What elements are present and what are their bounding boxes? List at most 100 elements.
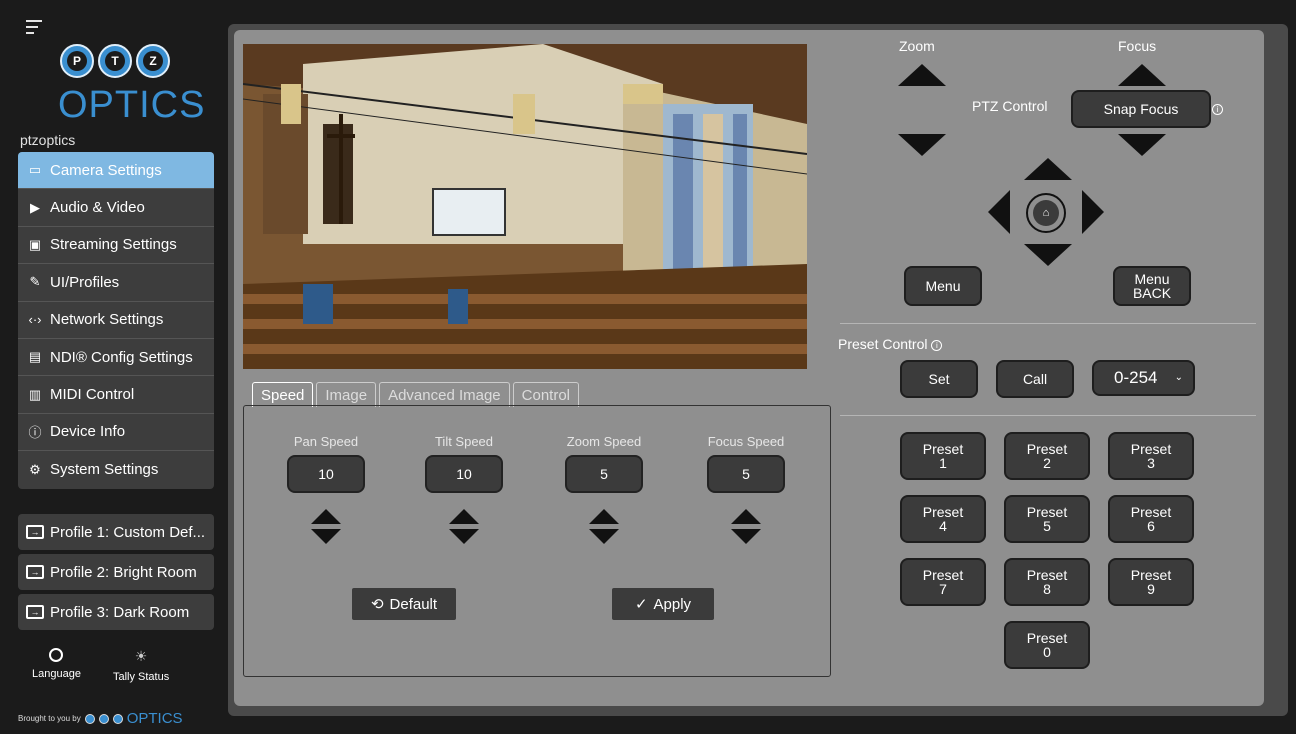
preset-word: Preset: [1026, 630, 1068, 646]
sidebar-item-label: System Settings: [50, 461, 159, 479]
default-button[interactable]: ⟲ Default: [352, 588, 456, 620]
preset-button-1[interactable]: Preset 1: [900, 432, 986, 480]
zoom-out-arrow-icon[interactable]: [898, 134, 946, 156]
preset-word: Preset: [1026, 441, 1068, 457]
info-icon[interactable]: i: [1212, 104, 1223, 115]
sidebar-item-system-settings[interactable]: ⚙ System Settings: [18, 451, 214, 488]
tilt-speed-control: Tilt Speed 10: [419, 434, 509, 547]
preset-word: Preset: [1026, 567, 1068, 583]
decrease-arrow-icon[interactable]: [449, 529, 479, 544]
focus-speed-control: Focus Speed 5: [701, 434, 791, 547]
tab-image[interactable]: Image: [316, 382, 377, 407]
focus-near-arrow-icon[interactable]: [1118, 64, 1166, 86]
profile-3-button[interactable]: → Profile 3: Dark Room: [18, 594, 214, 630]
audio-video-icon: ▶: [30, 199, 40, 215]
pan-speed-control: Pan Speed 10: [281, 434, 371, 547]
preset-button-7[interactable]: Preset 7: [900, 558, 986, 606]
pan-left-arrow-icon[interactable]: [988, 190, 1010, 234]
preset-button-2[interactable]: Preset 2: [1004, 432, 1090, 480]
tab-control[interactable]: Control: [512, 382, 580, 407]
focus-speed-label: Focus Speed: [707, 434, 785, 449]
preset-number: 1: [939, 455, 947, 471]
decrease-arrow-icon[interactable]: [589, 529, 619, 544]
focus-speed-stepper[interactable]: [731, 509, 761, 547]
tilt-speed-value[interactable]: 10: [425, 455, 503, 493]
increase-arrow-icon[interactable]: [449, 509, 479, 524]
preset-number: 5: [1043, 518, 1051, 534]
tab-speed[interactable]: Speed: [252, 382, 314, 407]
preset-button-9[interactable]: Preset 9: [1108, 558, 1194, 606]
tilt-speed-stepper[interactable]: [449, 509, 479, 547]
increase-arrow-icon[interactable]: [311, 509, 341, 524]
preset-number: 6: [1147, 518, 1155, 534]
tab-advanced-image[interactable]: Advanced Image: [379, 382, 510, 407]
focus-far-arrow-icon[interactable]: [1118, 134, 1166, 156]
pan-right-arrow-icon[interactable]: [1082, 190, 1104, 234]
increase-arrow-icon[interactable]: [589, 509, 619, 524]
footer-wordmark: OPTICS: [126, 710, 183, 727]
zoom-speed-control: Zoom Speed 5: [559, 434, 649, 547]
sidebar-item-audio-video[interactable]: ▶ Audio & Video: [18, 189, 214, 227]
info-icon[interactable]: i: [931, 339, 943, 351]
preset-number: 7: [939, 581, 947, 597]
snap-focus-button[interactable]: Snap Focus: [1071, 90, 1211, 128]
zoom-speed-value[interactable]: 5: [565, 455, 643, 493]
preset-number: 9: [1147, 581, 1155, 597]
logo-wordmark: OPTICS: [58, 84, 206, 126]
preset-range-select[interactable]: 0-254 ⌄: [1092, 360, 1195, 396]
tilt-down-arrow-icon[interactable]: [1024, 244, 1072, 266]
divider: [840, 415, 1256, 416]
footer-brand: Brought to you by OPTICS: [18, 710, 183, 727]
sidebar-item-ndi-config[interactable]: ▤ NDI® Config Settings: [18, 339, 214, 377]
tally-status-button[interactable]: ☀ Tally Status: [113, 648, 169, 683]
speed-tab-panel: Pan Speed 10 Tilt Speed 10 Zoom Speed 5 …: [243, 405, 831, 677]
decrease-arrow-icon[interactable]: [731, 529, 761, 544]
preset-button-4[interactable]: Preset 4: [900, 495, 986, 543]
menu-button[interactable]: Menu: [904, 266, 982, 306]
preset-range-value: 0-254: [1114, 368, 1158, 387]
sidebar-item-ui-profiles[interactable]: ✎ UI/Profiles: [18, 264, 214, 302]
language-button[interactable]: Language: [32, 648, 81, 683]
footer-logo-circle: [84, 713, 95, 724]
sidebar-item-label: Network Settings: [50, 311, 164, 329]
decrease-arrow-icon[interactable]: [311, 529, 341, 544]
gear-icon: ⚙: [29, 461, 41, 477]
preset-call-button[interactable]: Call: [996, 360, 1074, 398]
profile-1-button[interactable]: → Profile 1: Custom Def...: [18, 514, 214, 550]
footer-logo-circle: [112, 713, 123, 724]
pan-speed-value[interactable]: 10: [287, 455, 365, 493]
login-icon: →: [26, 525, 44, 539]
pan-speed-stepper[interactable]: [311, 509, 341, 547]
home-button[interactable]: ⌂: [1026, 193, 1066, 233]
preset-button-6[interactable]: Preset 6: [1108, 495, 1194, 543]
profile-2-button[interactable]: → Profile 2: Bright Room: [18, 554, 214, 590]
sidebar-item-network-settings[interactable]: ‹·› Network Settings: [18, 302, 214, 339]
preset-button-3[interactable]: Preset 3: [1108, 432, 1194, 480]
pan-speed-label: Pan Speed: [293, 434, 359, 449]
logo-circle-p: P: [60, 44, 94, 78]
zoom-in-arrow-icon[interactable]: [898, 64, 946, 86]
preset-set-button[interactable]: Set: [900, 360, 978, 398]
menu-back-button[interactable]: Menu BACK: [1113, 266, 1191, 306]
tilt-up-arrow-icon[interactable]: [1024, 158, 1072, 180]
preset-word: Preset: [922, 441, 964, 457]
default-label: Default: [389, 595, 438, 613]
increase-arrow-icon[interactable]: [731, 509, 761, 524]
preset-button-5[interactable]: Preset 5: [1004, 495, 1090, 543]
sidebar-item-device-info[interactable]: ⓘ Device Info: [18, 414, 214, 452]
preset-button-8[interactable]: Preset 8: [1004, 558, 1090, 606]
focus-speed-value[interactable]: 5: [707, 455, 785, 493]
sidebar-item-label: Camera Settings: [50, 161, 162, 179]
globe-icon: [49, 648, 64, 662]
apply-button[interactable]: ✓ Apply: [612, 588, 714, 620]
sidebar-item-streaming-settings[interactable]: ▣ Streaming Settings: [18, 227, 214, 265]
midi-icon: ▥: [28, 386, 42, 402]
sidebar-item-midi-control[interactable]: ▥ MIDI Control: [18, 376, 214, 414]
zoom-speed-stepper[interactable]: [589, 509, 619, 547]
preset-button-0[interactable]: Preset 0: [1004, 621, 1090, 669]
sidebar-item-camera-settings[interactable]: ▭ Camera Settings: [18, 152, 214, 190]
camera-preview[interactable]: [243, 44, 807, 369]
focus-label: Focus: [1118, 38, 1157, 54]
zoom-speed-label: Zoom Speed: [566, 434, 642, 449]
settings-tabs: Speed Image Advanced Image Control: [252, 382, 580, 407]
